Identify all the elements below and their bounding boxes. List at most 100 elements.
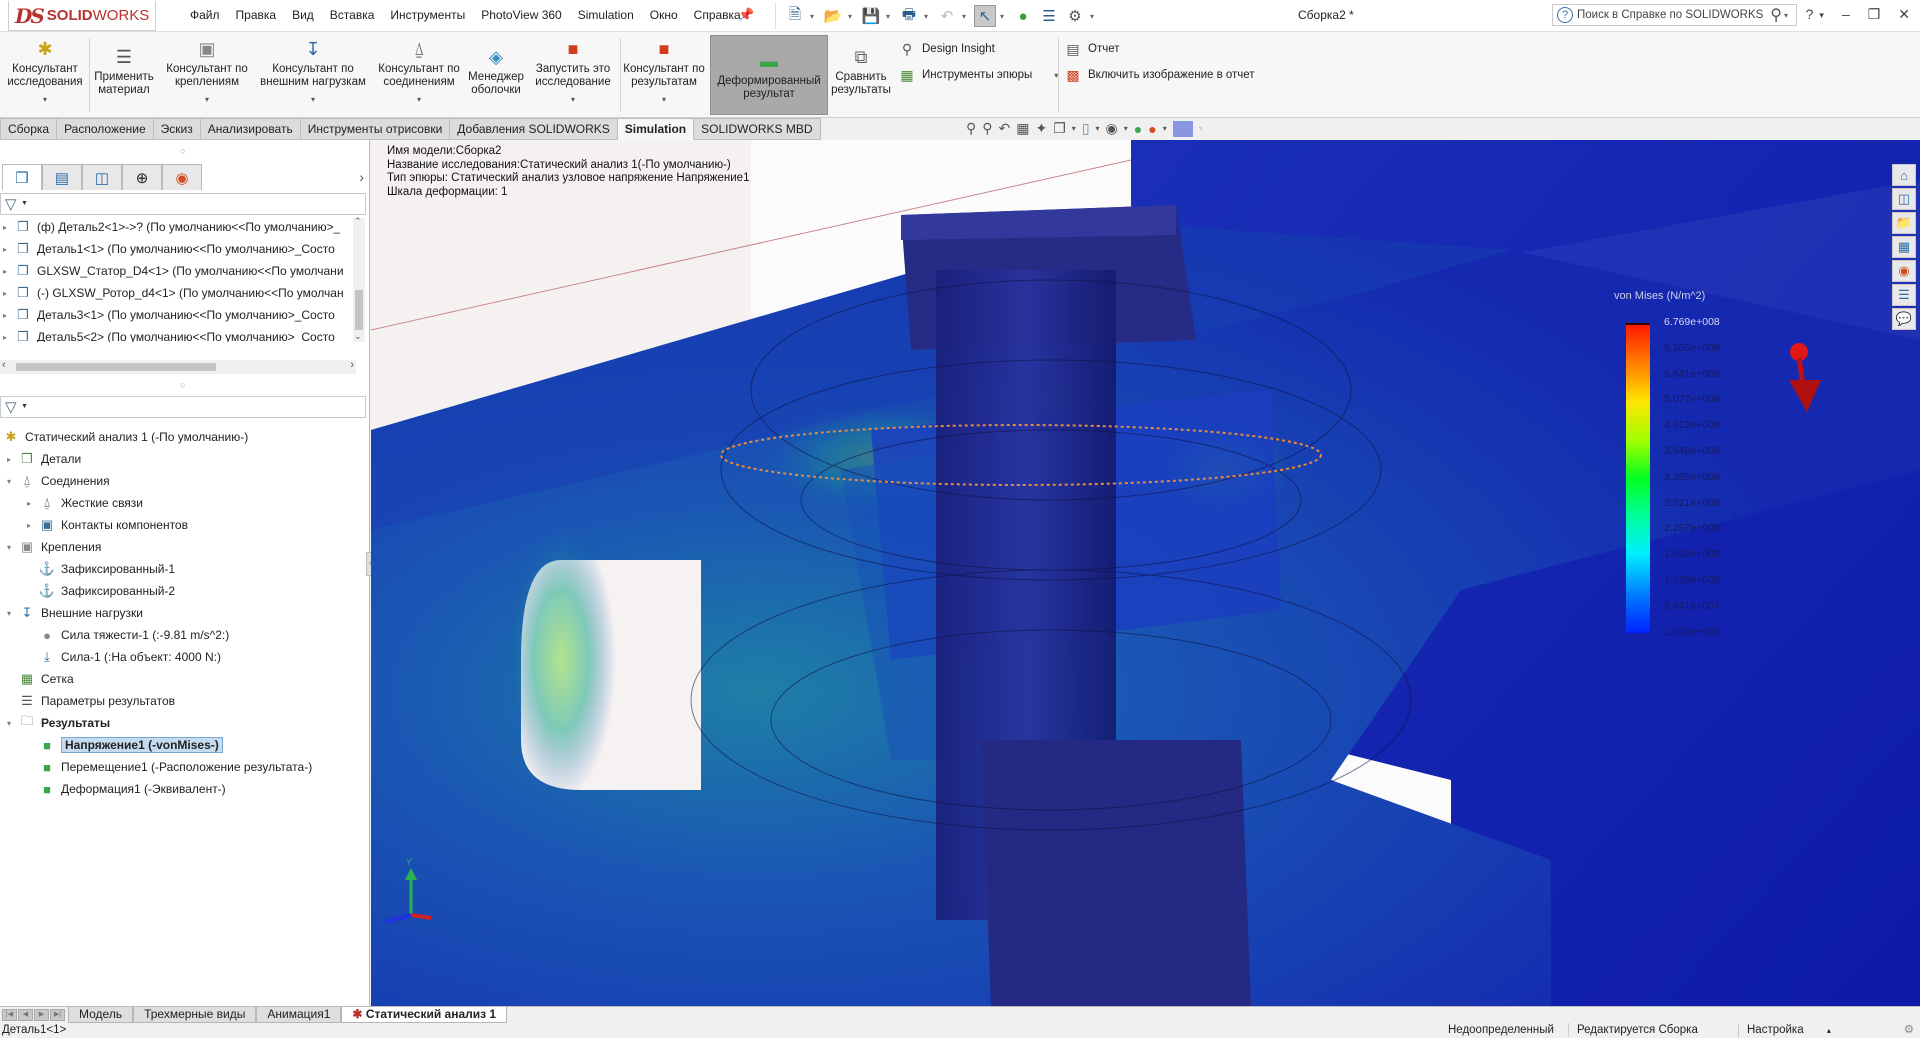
tab-animation[interactable]: Анимация1 <box>256 1007 342 1023</box>
custom-properties-icon[interactable]: ☰ <box>1892 284 1916 306</box>
scroll-right-icon[interactable]: › <box>350 359 354 371</box>
options-dropdown[interactable]: ▾ <box>1090 12 1098 21</box>
edit-appearance-icon[interactable]: ● <box>1134 121 1142 137</box>
chevron-down-icon[interactable]: ▾ <box>1124 124 1128 133</box>
tree-item[interactable]: ■ Деформация1 (-Эквивалент-) <box>0 778 366 800</box>
filter-dropdown-icon[interactable]: ▼ <box>21 403 28 410</box>
propertymanager-tab[interactable]: ▤ <box>42 164 82 190</box>
filter-dropdown-icon[interactable]: ▼ <box>21 200 28 207</box>
view-palette-icon[interactable]: ▦ <box>1892 236 1916 258</box>
tree-item[interactable]: ■ Напряжение1 (-vonMises-) <box>0 734 366 756</box>
new-dropdown[interactable]: ▾ <box>810 12 818 21</box>
scroll-thumb[interactable] <box>355 290 363 330</box>
tree-item[interactable]: ▸ ❒ GLXSW_Статор_D4<1> (По умолчанию<<По у… <box>0 260 358 282</box>
collapse-icon[interactable]: ▾ <box>4 477 14 486</box>
tab-assembly[interactable]: Сборка <box>0 118 58 140</box>
tab-mbd[interactable]: SOLIDWORKS MBD <box>694 118 821 140</box>
results-advisor-button[interactable]: ■ Консультант по результатам ▾ <box>622 38 706 106</box>
compare-results-button[interactable]: ⧉ Сравнить результаты <box>830 46 892 97</box>
menu-window[interactable]: Окно <box>642 8 686 22</box>
configurationmanager-tab[interactable]: ◫ <box>82 164 122 190</box>
previous-view-icon[interactable]: ↶ <box>999 120 1011 137</box>
save-icon[interactable]: 💾 <box>860 5 882 27</box>
select-dropdown[interactable]: ▾ <box>1000 12 1008 21</box>
tree-item[interactable]: ▸ ❒ Деталь1<1> (По умолчанию<<По умолчанию… <box>0 238 358 260</box>
collapse-icon[interactable]: ▾ <box>4 609 14 618</box>
help-search-input[interactable]: ? Поиск в Справке по SOLIDWORKS ⚲ ▾ <box>1552 4 1797 26</box>
tab-markup[interactable]: Инструменты отрисовки <box>300 118 451 140</box>
dynamic-annotation-icon[interactable]: ✦ <box>1036 120 1048 137</box>
chevron-down-icon[interactable]: ▾ <box>1163 124 1167 133</box>
external-loads-advisor-button[interactable]: ↧ Консультант по внешним нагрузкам ▾ <box>256 38 370 106</box>
tree-item[interactable]: ☰ Параметры результатов <box>0 690 366 712</box>
menu-simulation[interactable]: Simulation <box>570 8 642 22</box>
collapse-icon[interactable]: ▾ <box>4 543 14 552</box>
menu-file[interactable]: Файл <box>182 8 228 22</box>
scroll-left-icon[interactable]: ‹ <box>2 359 6 371</box>
displaymanager-tab[interactable]: ◉ <box>162 164 202 190</box>
study-root[interactable]: ✱ Статический анализ 1 (-По умолчанию-) <box>0 426 366 448</box>
chevron-down-icon[interactable]: ▾ <box>6 93 84 106</box>
expand-icon[interactable]: ▸ <box>0 223 10 232</box>
section-view-icon[interactable]: ▦ <box>1016 120 1029 137</box>
dimxpert-tab[interactable]: ⊕ <box>122 164 162 190</box>
tree-item[interactable]: ⚓ Зафиксированный-2 <box>0 580 366 602</box>
search-dropdown-icon[interactable]: ▾ <box>1784 11 1796 20</box>
view-settings-icon[interactable] <box>1172 120 1193 137</box>
rebuild-icon[interactable]: ● <box>1012 5 1034 27</box>
expand-icon[interactable]: ▸ <box>0 333 10 342</box>
scroll-thumb[interactable] <box>16 363 216 371</box>
pin-menu-icon[interactable]: 📌 <box>738 7 754 23</box>
tree-item[interactable]: ▾ ↧ Внешние нагрузки <box>0 602 366 624</box>
report-button[interactable]: ▤ Отчет <box>1064 40 1119 58</box>
scroll-up-icon[interactable]: ⌃ <box>354 216 362 227</box>
restore-icon[interactable]: ❐ <box>1868 6 1881 23</box>
menu-edit[interactable]: Правка <box>228 8 285 22</box>
fixtures-advisor-button[interactable]: ▣ Консультант по креплениям ▾ <box>160 38 254 106</box>
chevron-down-icon[interactable]: ▾ <box>1199 124 1203 133</box>
tab-3d-views[interactable]: Трехмерные виды <box>133 1007 257 1023</box>
appearances-icon[interactable]: ◉ <box>1892 260 1916 282</box>
collapse-icon[interactable]: ▾ <box>4 719 14 728</box>
next-tab-icon[interactable]: ▶ <box>34 1009 49 1021</box>
view-orientation-icon[interactable]: ❐ <box>1053 120 1066 137</box>
chevron-down-icon[interactable]: ▾ <box>1096 124 1100 133</box>
menu-photoview[interactable]: PhotoView 360 <box>473 8 570 22</box>
scroll-down-icon[interactable]: ⌄ <box>354 331 362 342</box>
tab-static-study[interactable]: ✱ Статический анализ 1 <box>341 1007 508 1023</box>
tree-item[interactable]: ▦ Сетка <box>0 668 366 690</box>
tree-item[interactable]: ⚓ Зафиксированный-1 <box>0 558 366 580</box>
expand-icon[interactable]: ▸ <box>24 499 34 508</box>
chevron-down-icon[interactable]: ▾ <box>622 93 706 106</box>
apply-material-button[interactable]: ☰ Применить материал <box>92 46 156 97</box>
tab-layout[interactable]: Расположение <box>57 118 154 140</box>
print-dropdown[interactable]: ▾ <box>924 12 932 21</box>
file-explorer-icon[interactable]: 📁 <box>1892 212 1916 234</box>
tab-sketch[interactable]: Эскиз <box>153 118 201 140</box>
options-icon[interactable]: ⚙ <box>1064 5 1086 27</box>
rebuild-status-icon[interactable]: ⚙ <box>1904 1023 1914 1037</box>
menu-tools[interactable]: Инструменты <box>382 8 473 22</box>
connections-advisor-button[interactable]: ⍙ Консультант по соединениям ▾ <box>372 38 466 106</box>
zoom-to-area-icon[interactable]: ⚲ <box>982 120 992 137</box>
expand-icon[interactable]: ▸ <box>0 245 10 254</box>
design-library-icon[interactable]: ◫ <box>1892 188 1916 210</box>
display-style-icon[interactable]: ▯ <box>1082 120 1090 137</box>
expand-icon[interactable]: ▸ <box>0 267 10 276</box>
chevron-down-icon[interactable]: ▾ <box>160 93 254 106</box>
graphics-area[interactable]: Y Имя модели:Сборка2 Название исследован… <box>371 140 1920 1006</box>
last-tab-icon[interactable]: ▶| <box>50 1009 65 1021</box>
simulation-tree-filter[interactable]: ▽ ▼ <box>0 396 366 418</box>
first-tab-icon[interactable]: |◀ <box>2 1009 17 1021</box>
tree-item[interactable]: ▸ ❒ (-) GLXSW_Ротор_d4<1> (По умолчанию<<П… <box>0 282 358 304</box>
apply-scene-icon[interactable]: ● <box>1148 121 1156 137</box>
select-icon[interactable]: ↖ <box>974 5 996 27</box>
home-icon[interactable]: ⌂ <box>1892 164 1916 186</box>
tree-item[interactable]: ⤓ Сила-1 (:На объект: 4000 N:) <box>0 646 366 668</box>
forum-icon[interactable]: 💬 <box>1892 308 1916 330</box>
menu-view[interactable]: Вид <box>284 8 322 22</box>
tab-addins[interactable]: Добавления SOLIDWORKS <box>450 118 618 140</box>
tree-item[interactable]: ▾ 🗀 Результаты <box>0 712 366 734</box>
study-advisor-button[interactable]: ✱ Консультант исследования ▾ <box>6 38 84 106</box>
featuremanager-tab[interactable]: ❒ <box>2 164 42 190</box>
